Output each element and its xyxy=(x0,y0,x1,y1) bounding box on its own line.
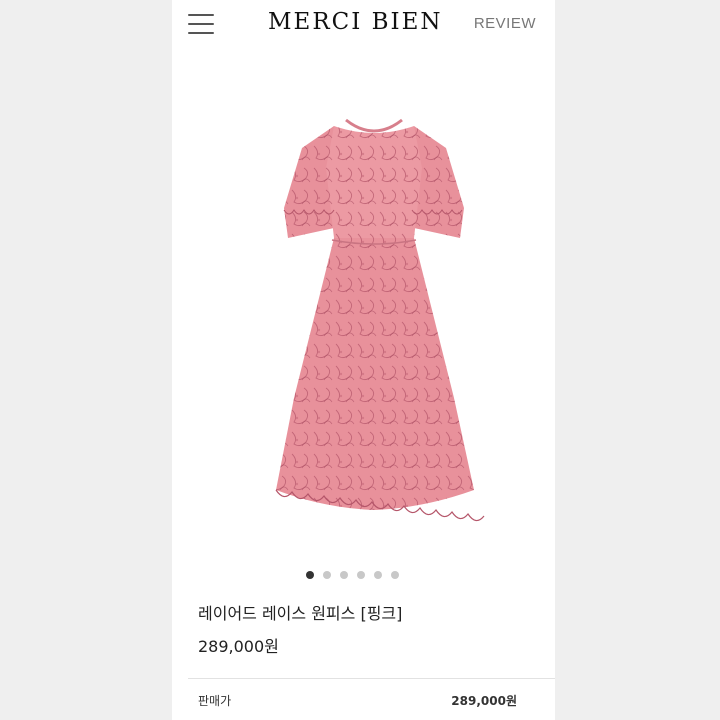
hamburger-menu-icon[interactable] xyxy=(188,14,214,34)
product-price: 289,000원 xyxy=(198,637,279,656)
carousel-dot[interactable] xyxy=(340,571,348,579)
product-title: 레이어드 레이스 원피스 [핑크] xyxy=(198,604,403,623)
app-header: MERCI BIEN REVIEW xyxy=(172,0,555,50)
carousel-indicator xyxy=(306,571,399,579)
product-image[interactable] xyxy=(224,98,524,538)
app-screen: MERCI BIEN REVIEW 레이어드 레이스 원피스 [핑크] 289,… xyxy=(172,0,555,720)
review-link[interactable]: REVIEW xyxy=(474,15,536,32)
brand-logo[interactable]: MERCI BIEN xyxy=(268,9,443,35)
carousel-dot[interactable] xyxy=(357,571,365,579)
carousel-dot[interactable] xyxy=(391,571,399,579)
carousel-dot[interactable] xyxy=(306,571,314,579)
carousel-dot[interactable] xyxy=(323,571,331,579)
carousel-dot[interactable] xyxy=(374,571,382,579)
divider xyxy=(188,678,555,679)
sale-price-label: 판매가 xyxy=(198,694,232,708)
sale-price-row: 판매가 289,000원 xyxy=(198,692,517,709)
sale-price-value: 289,000원 xyxy=(451,694,517,708)
